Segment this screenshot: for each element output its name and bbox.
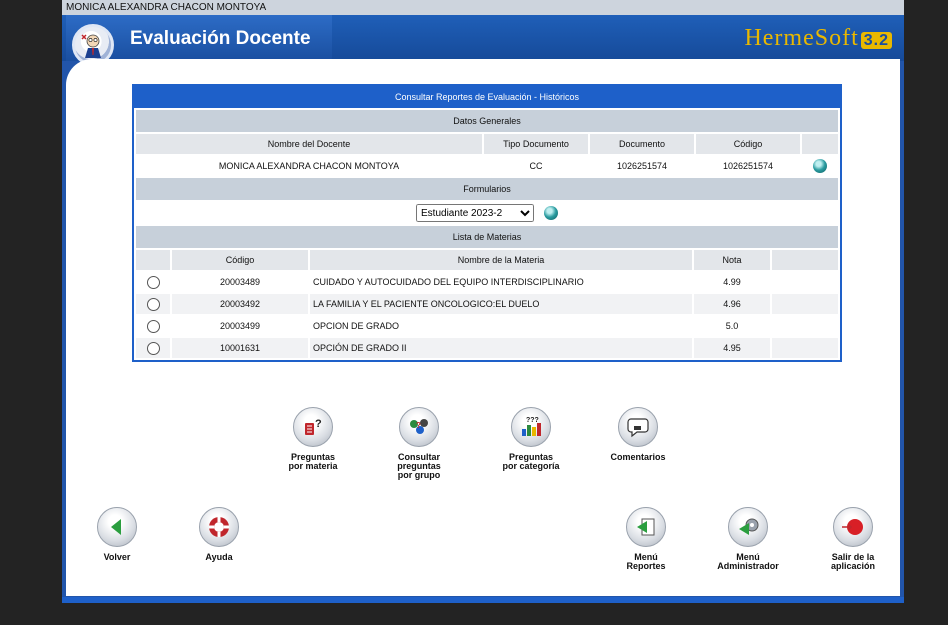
brand-name: HermeSoft [744,25,859,51]
subject-name: OPCIÓN DE GRADO II [310,338,692,358]
subject-extra [772,338,838,358]
brand-logo: HermeSoft 3.2 [744,25,892,52]
admin-menu-button[interactable]: Menú Administrador [710,507,786,571]
table-row: 20003499 OPCION DE GRADO 5.0 [136,316,838,336]
comments-label: Comentarios [610,452,666,462]
main-content: Consultar Reportes de Evaluación - Histó… [66,59,900,596]
subject-extra [772,272,838,292]
user-name-bar: MONICA ALEXANDRA CHACON MONTOYA [62,0,904,15]
subject-name: CUIDADO Y AUTOCUIDADO DEL EQUIPO INTERDI… [313,277,584,287]
svg-text:?: ? [416,421,421,430]
subject-radio-cell [136,338,170,358]
col-subject-code: Código [172,250,308,270]
exit-button[interactable]: Salir de la aplicación [818,507,888,571]
subject-radio[interactable] [146,341,160,355]
col-teacher-name: Nombre del Docente [136,134,482,154]
help-button[interactable]: Ayuda [194,507,244,562]
forms-section-title: Formularios [136,178,838,200]
questions-by-category-icon: ??? [511,407,551,447]
svg-text:?: ? [315,418,322,430]
svg-text:???: ??? [526,417,539,424]
back-button[interactable]: Volver [92,507,142,562]
teacher-search-cell [802,156,838,176]
back-arrow-icon [97,507,137,547]
teacher-document: 1026251574 [616,161,668,171]
subject-name: OPCION DE GRADO [313,321,400,331]
subject-radio[interactable] [146,319,160,333]
questions-by-category-label-2: por categoría [502,461,560,471]
exit-icon [833,507,873,547]
admin-menu-label-2: Administrador [717,561,779,571]
questions-by-category-button[interactable]: ??? Preguntas por categoría [488,407,574,471]
general-table: Nombre del Docente Tipo Documento Docume… [134,132,840,178]
subject-extra [772,294,838,314]
subject-code: 20003492 [172,294,308,314]
help-label: Ayuda [205,552,233,562]
subject-code: 20003499 [219,321,261,331]
col-doc-type: Tipo Documento [484,134,588,154]
subjects-table: Código Nombre de la Materia Nota 2000348… [134,248,840,360]
col-select [136,250,170,270]
col-document: Documento [590,134,694,154]
reports-menu-icon [626,507,666,547]
form-search-icon[interactable] [544,206,558,220]
general-section-title: Datos Generales [136,110,838,132]
subject-radio-cell [136,294,170,314]
subject-radio-cell [136,272,170,292]
form-select[interactable]: Estudiante 2023-2 [416,204,534,222]
col-action [802,134,838,154]
subjects-section-title: Lista de Materias [136,226,838,248]
subject-code: 10001631 [172,338,308,358]
comments-button[interactable]: Comentarios [602,407,674,462]
table-row: 20003489 CUIDADO Y AUTOCUIDADO DEL EQUIP… [136,272,838,292]
table-row: 10001631 OPCIÓN DE GRADO II 4.95 [136,338,838,358]
subject-grade: 4.96 [694,294,770,314]
app-title: Evaluación Docente [130,28,311,49]
subject-code: 20003489 [219,277,261,287]
questions-by-group-icon: ? [399,407,439,447]
subject-grade: 4.99 [723,277,741,287]
col-extra [772,250,838,270]
exit-label-2: aplicación [830,561,875,571]
reports-menu-button[interactable]: Menú Reportes [616,507,676,571]
comments-icon [618,407,658,447]
col-grade: Nota [694,250,770,270]
reports-menu-label-2: Reportes [626,561,666,571]
brand-version: 3.2 [860,32,892,49]
app-window: MONICA ALEXANDRA CHACON MONTOYA Evaluaci… [62,0,904,603]
subject-radio[interactable] [146,297,160,311]
subject-radio-cell [136,316,170,336]
app-header: Evaluación Docente HermeSoft 3.2 [62,15,904,66]
questions-by-group-button[interactable]: ? Consultar preguntas por grupo [384,407,454,480]
lifebuoy-icon [199,507,239,547]
teacher-search-icon[interactable] [813,159,827,173]
subject-name: LA FAMILIA Y EL PACIENTE ONCOLOGICO:EL D… [310,294,692,314]
subject-radio[interactable] [146,275,160,289]
questions-by-subject-icon: ? [293,407,333,447]
col-code: Código [696,134,800,154]
teacher-doc-type: CC [529,161,543,171]
subject-extra [772,316,838,336]
report-panel: Consultar Reportes de Evaluación - Histó… [132,84,842,362]
back-label: Volver [103,552,131,562]
questions-by-group-label-3: por grupo [397,470,441,480]
questions-by-subject-button[interactable]: ? Preguntas por materia [278,407,348,471]
subject-grade: 5.0 [725,321,739,331]
subject-grade: 4.95 [694,338,770,358]
questions-by-subject-label-2: por materia [288,461,338,471]
teacher-name: MONICA ALEXANDRA CHACON MONTOYA [218,161,400,171]
table-row: 20003492 LA FAMILIA Y EL PACIENTE ONCOLO… [136,294,838,314]
panel-title: Consultar Reportes de Evaluación - Histó… [134,86,840,108]
bottom-bar [62,597,904,603]
teacher-code: 1026251574 [722,161,774,171]
admin-menu-icon [728,507,768,547]
form-selector-row: Estudiante 2023-2 [134,200,840,226]
col-subject-name: Nombre de la Materia [310,250,692,270]
